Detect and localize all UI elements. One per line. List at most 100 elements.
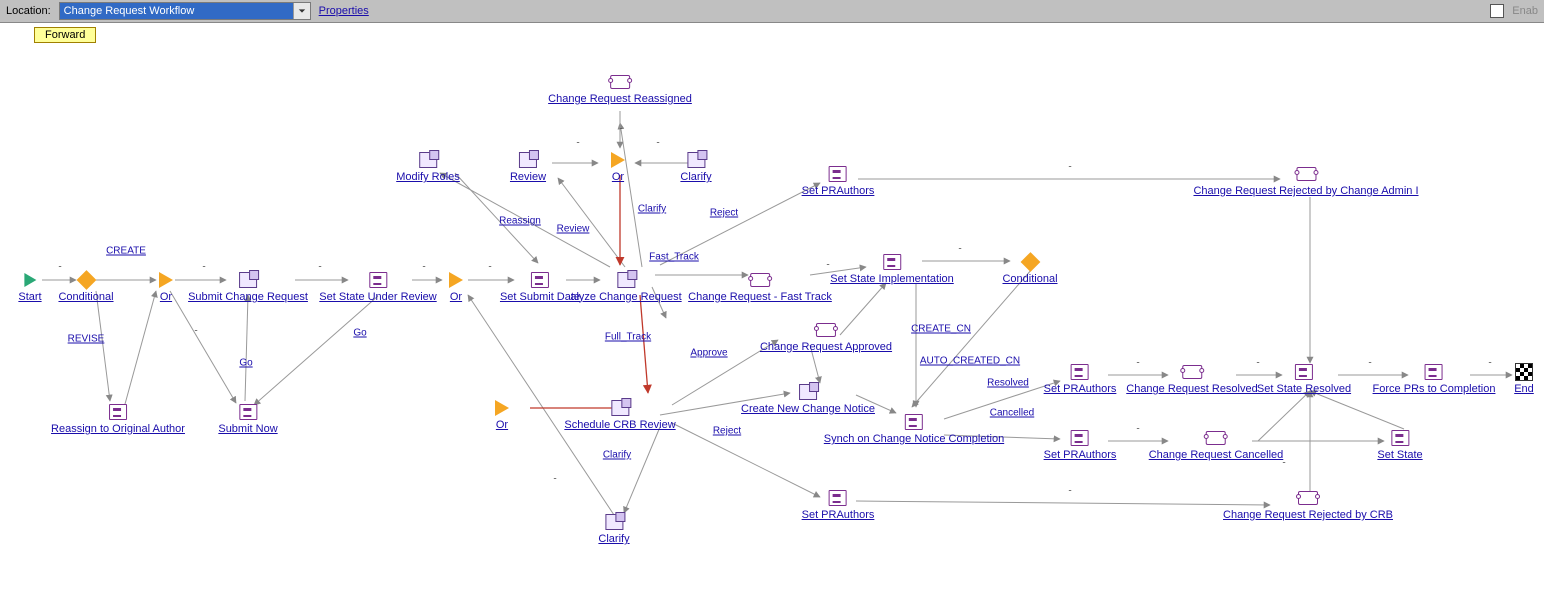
node-cr-rejected-admin[interactable]: Change Request Rejected by Change Admin …	[1193, 165, 1418, 197]
node-force-prs-completion[interactable]: Force PRs to Completion	[1373, 363, 1496, 395]
edge-approve[interactable]: Approve	[690, 348, 727, 359]
or-icon	[156, 271, 176, 289]
node-analyze-change-request[interactable]: alyze Change Request	[570, 271, 681, 303]
edge-clarify[interactable]: Clarify	[638, 204, 666, 215]
task-icon	[798, 383, 818, 401]
node-cr-cancelled[interactable]: Change Request Cancelled	[1149, 429, 1284, 461]
edge-full-track[interactable]: Full_Track	[605, 332, 651, 343]
node-synch-cn-completion[interactable]: Synch on Change Notice Completion	[824, 413, 1004, 445]
node-modify-roles[interactable]: Modify Roles	[396, 151, 460, 183]
dropdown-value: Change Request Workflow	[60, 3, 293, 19]
node-end[interactable]: End	[1514, 363, 1534, 395]
edge-dash: -	[194, 326, 197, 337]
edge-revise[interactable]: REVISE	[68, 334, 105, 345]
edge-reject[interactable]: Reject	[710, 208, 738, 219]
node-start[interactable]: Start	[18, 271, 41, 303]
robot-icon	[882, 253, 902, 271]
node-set-state[interactable]: Set State	[1377, 429, 1422, 461]
node-or[interactable]: Or	[492, 399, 512, 431]
edge-dash: -	[202, 262, 205, 273]
edge-resolved[interactable]: Resolved	[987, 378, 1029, 389]
edge-dash: -	[58, 262, 61, 273]
edge-dash: -	[553, 474, 556, 485]
node-or[interactable]: Or	[608, 151, 628, 183]
robot-icon	[368, 271, 388, 289]
second-toolbar: Forward	[0, 23, 1544, 43]
edge-dash: -	[656, 138, 659, 149]
node-schedule-crb-review[interactable]: Schedule CRB Review	[564, 399, 675, 431]
node-set-state-under-review[interactable]: Set State Under Review	[319, 271, 436, 303]
edge-review[interactable]: Review	[557, 224, 590, 235]
forward-button[interactable]: Forward	[34, 27, 96, 43]
node-set-state-resolved[interactable]: Set State Resolved	[1257, 363, 1351, 395]
diamond-icon	[76, 271, 96, 289]
edge-dash: -	[318, 262, 321, 273]
edge-dash: -	[1068, 162, 1071, 173]
edge-dash: -	[1488, 358, 1491, 369]
enable-checkbox[interactable]	[1490, 4, 1504, 18]
robot-icon	[238, 403, 258, 421]
task-icon	[518, 151, 538, 169]
edge-cancelled[interactable]: Cancelled	[990, 408, 1034, 419]
location-label: Location:	[6, 5, 51, 17]
robot-icon	[828, 489, 848, 507]
location-dropdown[interactable]: Change Request Workflow	[59, 2, 311, 20]
task-icon	[686, 151, 706, 169]
node-set-pr-authors[interactable]: Set PRAuthors	[802, 489, 875, 521]
workflow-canvas: Start Conditional Or Submit Change Reque…	[0, 43, 1544, 599]
robot-icon	[1424, 363, 1444, 381]
node-conditional[interactable]: Conditional	[58, 271, 113, 303]
edge-go[interactable]: Go	[353, 328, 366, 339]
edge-reject[interactable]: Reject	[713, 426, 741, 437]
edge-auto-created-cn[interactable]: AUTO_CREATED_CN	[920, 356, 1020, 367]
edge-dash: -	[1136, 358, 1139, 369]
edge-dash: -	[1368, 358, 1371, 369]
or-icon	[446, 271, 466, 289]
edge-dash: -	[1136, 424, 1139, 435]
node-clarify[interactable]: Clarify	[680, 151, 711, 183]
chevron-down-icon[interactable]	[293, 3, 310, 19]
notification-icon	[1298, 489, 1318, 507]
node-conditional[interactable]: Conditional	[1002, 253, 1057, 285]
notification-icon	[1206, 429, 1226, 447]
node-cr-rejected-crb[interactable]: Change Request Rejected by CRB	[1223, 489, 1393, 521]
flag-icon	[20, 271, 40, 289]
node-or[interactable]: Or	[156, 271, 176, 303]
edge-fast-track[interactable]: Fast_Track	[649, 252, 699, 263]
edge-dash: -	[422, 262, 425, 273]
node-set-pr-authors[interactable]: Set PRAuthors	[1044, 429, 1117, 461]
node-review[interactable]: Review	[510, 151, 546, 183]
node-set-submit-date[interactable]: Set Submit Date	[500, 271, 580, 303]
robot-icon	[1070, 429, 1090, 447]
node-reassign-original-author[interactable]: Reassign to Original Author	[51, 403, 185, 435]
enable-label: Enab	[1512, 5, 1538, 17]
node-set-state-implementation[interactable]: Set State Implementation	[830, 253, 954, 285]
edge-go[interactable]: Go	[239, 358, 252, 369]
robot-icon	[1294, 363, 1314, 381]
or-icon	[492, 399, 512, 417]
properties-link[interactable]: Properties	[319, 5, 369, 17]
node-clarify[interactable]: Clarify	[598, 513, 629, 545]
notification-icon	[816, 321, 836, 339]
edge-dash: -	[488, 262, 491, 273]
edge-dash: -	[1068, 486, 1071, 497]
node-submit-change-request[interactable]: Submit Change Request	[188, 271, 308, 303]
edge-dash: -	[958, 244, 961, 255]
or-icon	[608, 151, 628, 169]
node-set-pr-authors[interactable]: Set PRAuthors	[1044, 363, 1117, 395]
node-cr-approved[interactable]: Change Request Approved	[760, 321, 892, 353]
node-set-pr-authors[interactable]: Set PRAuthors	[802, 165, 875, 197]
edge-clarify[interactable]: Clarify	[603, 450, 631, 461]
edge-create[interactable]: CREATE	[106, 246, 146, 257]
edge-reassign[interactable]: Reassign	[499, 216, 541, 227]
node-create-new-change-notice[interactable]: Create New Change Notice	[741, 383, 875, 415]
node-cr-fast-track[interactable]: Change Request - Fast Track	[688, 271, 832, 303]
node-or[interactable]: Or	[446, 271, 466, 303]
node-cr-resolved[interactable]: Change Request Resolved	[1126, 363, 1257, 395]
node-cr-reassigned[interactable]: Change Request Reassigned	[548, 73, 692, 105]
toolbar: Location: Change Request Workflow Proper…	[0, 0, 1544, 23]
node-submit-now[interactable]: Submit Now	[218, 403, 277, 435]
diamond-icon	[1020, 253, 1040, 271]
notification-icon	[750, 271, 770, 289]
edge-create-cn[interactable]: CREATE_CN	[911, 324, 971, 335]
